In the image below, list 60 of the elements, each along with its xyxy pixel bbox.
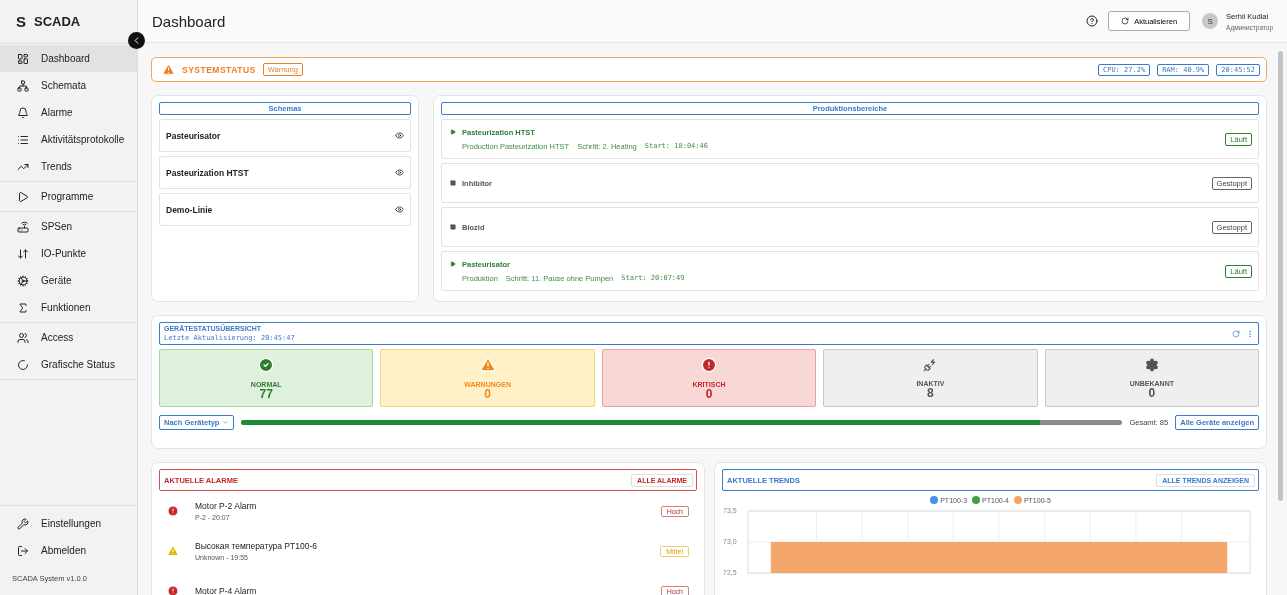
schema-item[interactable]: Demo-Linie xyxy=(159,193,411,226)
check-circle-icon xyxy=(258,356,275,373)
wrench-icon xyxy=(17,517,29,530)
refresh-icon xyxy=(1121,17,1130,25)
play-icon xyxy=(450,261,456,267)
bell-icon xyxy=(17,106,29,119)
scrollbar-thumb[interactable] xyxy=(1278,51,1283,501)
alarm-title: Motor P-2 Alarm xyxy=(195,501,257,511)
nav-item[interactable]: IO-Punkte xyxy=(0,240,137,267)
more-icon[interactable] xyxy=(1246,329,1254,338)
page-title: Dashboard xyxy=(152,12,227,30)
loader-icon xyxy=(17,358,29,371)
schema-item[interactable]: Pasteurisator xyxy=(159,119,411,152)
alert-circle-icon xyxy=(167,505,179,517)
grid-icon xyxy=(17,52,29,65)
nav-item[interactable]: Grafische Status xyxy=(0,351,137,378)
alarm-title: Высокая температура PT100-6 xyxy=(195,541,317,551)
nav-item[interactable]: Schemata xyxy=(0,72,137,99)
nav-item[interactable]: SPSen xyxy=(0,213,137,240)
app-name: SCADA xyxy=(34,14,81,29)
gear-icon xyxy=(1144,357,1159,372)
system-status-title: SYSTEMSTATUS xyxy=(182,64,256,75)
alarm-title: Motor P-4 Alarm xyxy=(195,586,257,595)
warning-icon xyxy=(479,356,496,373)
logo-letter: S xyxy=(16,13,26,30)
nav-item[interactable]: Trends xyxy=(0,153,137,180)
warning-icon xyxy=(162,63,175,76)
nav-item[interactable]: Funktionen xyxy=(0,294,137,321)
logout-icon xyxy=(17,544,29,557)
nav-item[interactable]: Aktivitätsprotokolle xyxy=(0,126,137,153)
play-icon xyxy=(450,129,456,135)
nav-item[interactable]: Dashboard xyxy=(0,45,137,72)
play-icon xyxy=(17,190,29,203)
eye-icon[interactable] xyxy=(395,131,404,140)
chevron-down-icon xyxy=(222,419,230,426)
users-icon xyxy=(17,331,29,344)
collapse-button[interactable] xyxy=(128,32,145,49)
nav-item[interactable]: Access xyxy=(0,324,137,351)
nav-item[interactable]: Alarme xyxy=(0,99,137,126)
sigma-icon xyxy=(17,301,29,314)
gear-icon xyxy=(17,274,29,287)
unplugged-icon xyxy=(923,357,938,372)
user-avatar: S xyxy=(1202,13,1219,29)
list-icon xyxy=(17,133,29,146)
stop-icon xyxy=(450,224,456,230)
schema-item[interactable]: Pasteurization HTST xyxy=(159,156,411,189)
help-icon[interactable] xyxy=(1086,15,1099,27)
hierarchy-icon xyxy=(17,79,29,92)
nav-item[interactable]: Einstellungen xyxy=(0,510,137,537)
refresh-icon[interactable] xyxy=(1232,329,1240,338)
router-icon xyxy=(17,220,29,233)
warning-icon xyxy=(167,545,179,557)
nav-item[interactable]: Geräte xyxy=(0,267,137,294)
stop-icon xyxy=(450,180,456,186)
arrows-icon xyxy=(17,247,29,260)
alert-circle-icon xyxy=(701,356,717,373)
eye-icon[interactable] xyxy=(395,205,404,214)
nav-item[interactable]: Programme xyxy=(0,183,137,210)
eye-icon[interactable] xyxy=(395,168,404,177)
nav-item[interactable]: Abmelden xyxy=(0,537,137,564)
